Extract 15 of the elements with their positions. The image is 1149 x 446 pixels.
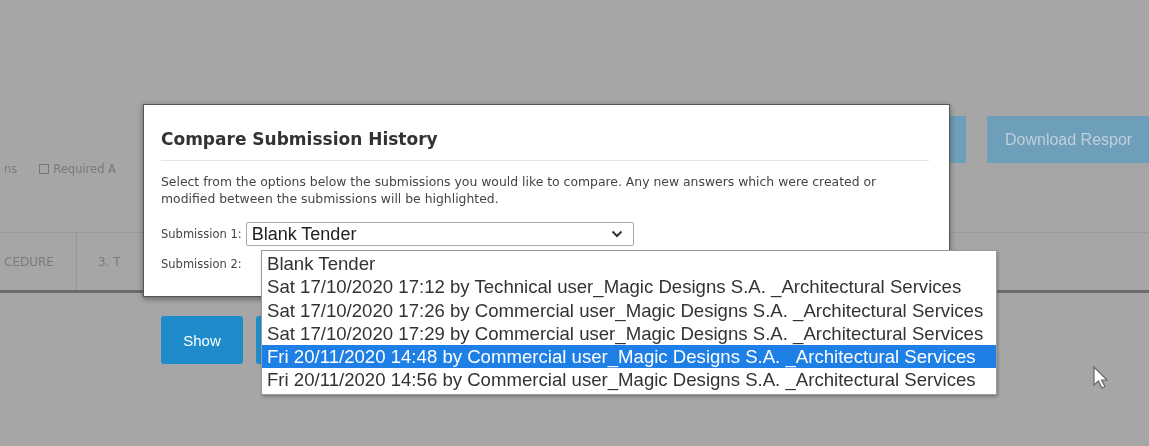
- checkbox[interactable]: [39, 164, 50, 174]
- submission-select[interactable]: Blank Tender: [245, 222, 634, 246]
- dropdown-option[interactable]: Sat 17/10/2020 17:26 by Commercial user_Magic Designs S.A. _Architectural Services: [262, 298, 996, 322]
- dropdown-option[interactable]: Fri 20/11/2020 14:48 by Commercial user_Magic Designs S.A. _Architectural Services: [262, 345, 996, 369]
- cursor-icon: [1093, 366, 1109, 390]
- dropdown-option[interactable]: Blank Tender: [262, 252, 996, 276]
- field-label: Submission 2:: [161, 257, 242, 271]
- show-button[interactable]: Show: [161, 316, 243, 364]
- dialog-title: Compare Submission History: [161, 105, 929, 161]
- dialog-description: Select from the options below the submissions you would like to compare. Any new answers which were created or modified between the submissions will be highlighted.: [161, 173, 878, 207]
- chevron-down-icon: [610, 230, 623, 238]
- dropdown-option[interactable]: Fri 20/11/2020 14:56 by Commercial user_Magic Designs S.A. _Architectural Services: [262, 368, 996, 392]
- field-label: Submission 1:: [161, 227, 242, 241]
- dropdown-option[interactable]: Sat 17/10/2020 17:12 by Technical user_Magic Designs S.A. _Architectural Services: [262, 275, 996, 299]
- dropdown-option[interactable]: Sat 17/10/2020 17:29 by Commercial user_Magic Designs S.A. _Architectural Services: [262, 321, 996, 346]
